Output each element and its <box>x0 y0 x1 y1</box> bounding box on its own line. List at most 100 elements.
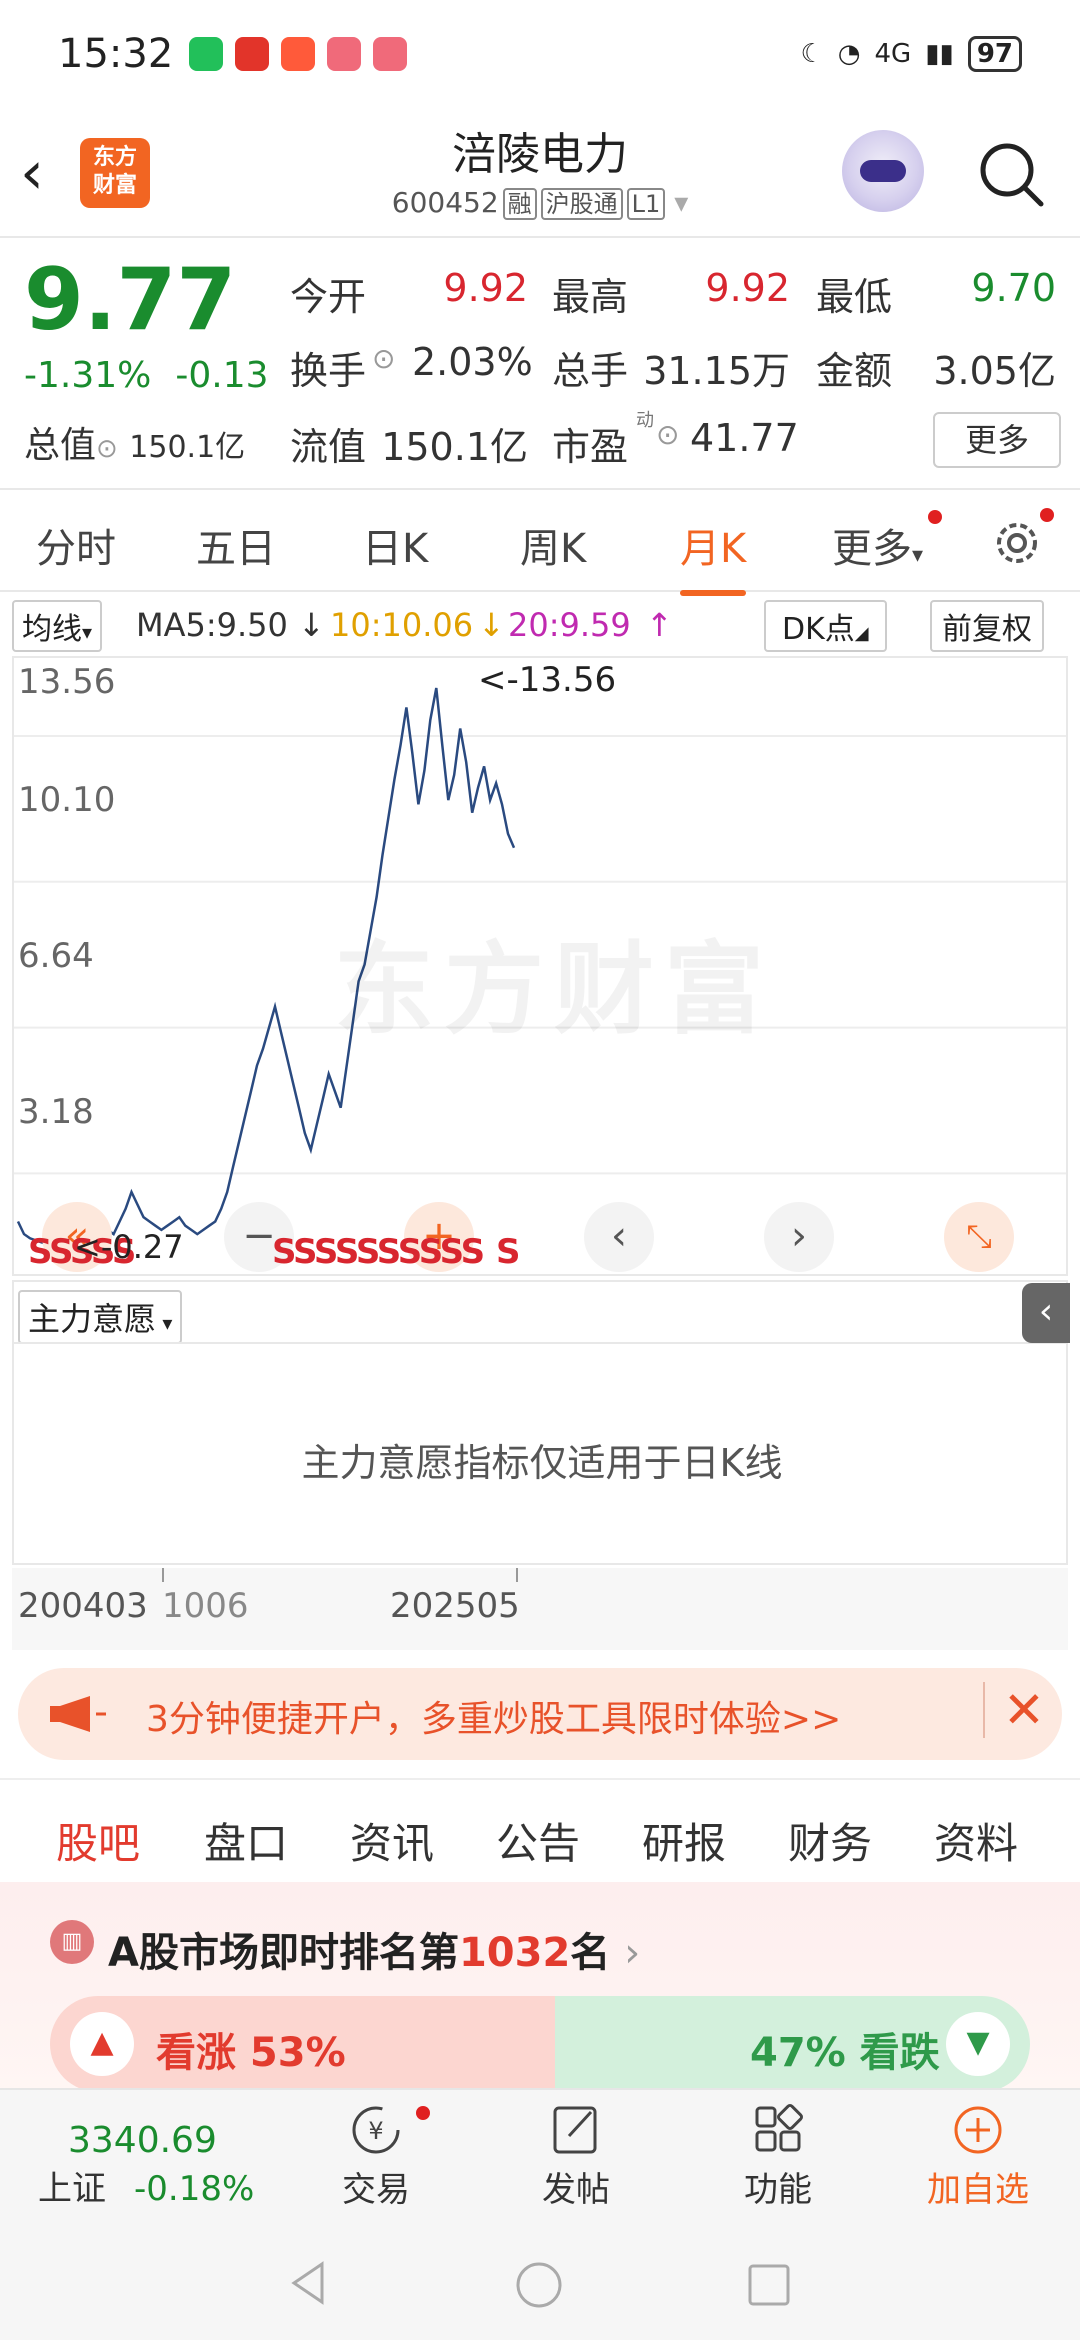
rank-suffix: 名 <box>570 1930 611 1976</box>
kline-chart[interactable]: 东方财富 13.56 10.10 6.64 3.18 <-13.56 « − +… <box>12 656 1068 1276</box>
down-arrow-icon: ↓ <box>298 606 325 644</box>
caret-down-icon[interactable]: ▼ <box>946 2012 1010 2076</box>
connect-tag: 沪股通 <box>540 188 623 220</box>
open-value: 9.92 <box>443 266 528 310</box>
total-cap: 总值⊙ 150.1亿 <box>24 416 245 468</box>
y-tick-label: 13.56 <box>18 662 116 702</box>
rank-number: 1032 <box>458 1930 571 1976</box>
pe-dynamic-sup: 动 <box>636 410 654 431</box>
dk-point-button[interactable]: DK点◢ <box>764 600 887 652</box>
up-arrow-icon: ↑ <box>646 606 673 644</box>
info-icon[interactable]: ⊙ <box>372 342 395 375</box>
settings-gear-icon[interactable] <box>990 516 1044 570</box>
system-nav-bar <box>0 2224 1080 2340</box>
tab-five-day[interactable]: 五日 <box>196 516 276 574</box>
low-label: 最低 <box>816 275 893 319</box>
status-right: ☾ ◔ 4G ▮▮ 97 <box>800 36 1022 72</box>
dropdown-icon: ▾ <box>674 186 689 219</box>
down-arrow-icon: ↓ <box>478 606 505 644</box>
ma10-value: 10:10.06 <box>330 606 474 644</box>
close-icon[interactable]: ✕ <box>983 1682 1045 1738</box>
open-label: 今开 <box>290 275 367 319</box>
notification-dot <box>928 510 942 524</box>
max-price-marker: <-13.56 <box>478 660 617 700</box>
nav-home-icon[interactable] <box>514 2260 564 2310</box>
indicator-label: 主力意愿 <box>28 1300 157 1338</box>
post-button[interactable]: 发帖 <box>506 2102 646 2211</box>
current-price: 9.77 <box>24 250 237 350</box>
market-rank-link[interactable]: A股市场即时排名第1032名 › <box>108 1920 640 1978</box>
x-label-end: 202505 <box>390 1586 520 1626</box>
divider <box>14 1342 1066 1344</box>
rank-chart-icon: ▥ <box>50 1920 94 1964</box>
grid-icon <box>755 2104 803 2152</box>
y-tick-label: 6.64 <box>18 936 94 976</box>
rank-prefix: A股市场即时排名第 <box>108 1930 459 1976</box>
index-quote[interactable]: 3340.69 上证 -0.18% <box>38 2120 254 2210</box>
date-axis: 200403 1006 202505 <box>12 1568 1068 1650</box>
tab-news[interactable]: 资讯 <box>350 1810 434 1871</box>
watermark: 东方财富 <box>334 931 774 1048</box>
megaphone-icon <box>50 1696 106 1732</box>
moon-icon: ☾ <box>800 39 824 69</box>
info-icon[interactable]: ⊙ <box>656 418 679 451</box>
pe-value: 41.77 <box>690 416 799 460</box>
indicator-selector[interactable]: 主力意愿 ▾ <box>18 1290 183 1344</box>
collapse-panel-icon[interactable]: ‹ <box>1022 1283 1070 1343</box>
ma-selector[interactable]: 均线▾ <box>12 600 103 652</box>
nav-back-icon[interactable] <box>286 2260 332 2306</box>
low-value: 9.70 <box>971 266 1056 310</box>
axis-tick <box>162 1568 164 1582</box>
tab-announcements[interactable]: 公告 <box>496 1810 580 1871</box>
tab-monthly-k[interactable]: 月K <box>680 516 747 596</box>
amount-label: 金额 <box>816 349 893 393</box>
dropdown-icon: ▾ <box>156 1311 173 1335</box>
assistant-robot-icon[interactable] <box>842 130 924 212</box>
x-label-mid: 1006 <box>162 1586 249 1626</box>
adjust-button[interactable]: 前复权 <box>930 600 1044 652</box>
add-watchlist-button[interactable]: 加自选 <box>908 2102 1048 2211</box>
turnover-value: 2.03% <box>412 340 533 384</box>
index-change: -0.18% <box>134 2169 255 2209</box>
chevron-right-icon: › <box>624 1930 641 1976</box>
tab-profile[interactable]: 资料 <box>934 1810 1018 1871</box>
tab-orderbook[interactable]: 盘口 <box>204 1810 288 1871</box>
caret-up-icon[interactable]: ▲ <box>70 2012 134 2076</box>
period-tabs: 分时 五日 日K 周K 月K 更多▾ <box>0 492 1080 596</box>
x-label-start: 200403 <box>18 1586 148 1626</box>
y-tick-label: 3.18 <box>18 1092 94 1132</box>
index-value: 3340.69 <box>68 2120 217 2161</box>
tab-research[interactable]: 研报 <box>642 1810 726 1871</box>
tab-more[interactable]: 更多▾ <box>832 516 923 574</box>
add-watchlist-label: 加自选 <box>927 2170 1029 2210</box>
dk-label: DK点 <box>782 612 855 647</box>
tab-forum[interactable]: 股吧 <box>56 1810 141 1897</box>
total-cap-value: 150.1亿 <box>129 430 246 465</box>
chevron-left-icon[interactable]: ‹ <box>584 1202 654 1272</box>
tab-daily-k[interactable]: 日K <box>362 516 428 574</box>
signal-icon: ▮▮ <box>925 39 954 69</box>
chevron-right-icon[interactable]: › <box>764 1202 834 1272</box>
tab-intraday[interactable]: 分时 <box>36 516 116 574</box>
bullish-label: 看涨 53% <box>156 2030 346 2076</box>
ma-row: 均线▾ MA5:9.50 ↓ 10:10.06 ↓ 20:9.59 ↑ DK点◢… <box>12 598 1072 652</box>
video-app-icon <box>235 37 270 71</box>
info-icon[interactable]: ⊙ <box>96 434 118 464</box>
tab-finance[interactable]: 财务 <box>788 1810 872 1871</box>
more-quote-button[interactable]: 更多 <box>933 412 1061 468</box>
nav-recents-icon[interactable] <box>746 2262 792 2308</box>
change-percent: -1.31% <box>24 355 152 396</box>
functions-button[interactable]: 功能 <box>708 2102 848 2211</box>
tab-weekly-k[interactable]: 周K <box>520 516 586 574</box>
pe-label: 市盈 <box>552 425 629 469</box>
sell-signals: SSSSSSSSSS <box>272 1232 485 1272</box>
notification-dot <box>1040 508 1054 522</box>
account-promo-banner[interactable]: 3分钟便捷开户，多重炒股工具限时体验>> ✕ <box>18 1668 1062 1760</box>
y-tick-label: 10.10 <box>18 780 116 820</box>
total-cap-label: 总值 <box>24 425 97 466</box>
notification-icons <box>189 37 408 71</box>
indicator-message: 主力意愿指标仅适用于日K线 <box>301 1441 783 1485</box>
search-icon[interactable] <box>975 138 1047 210</box>
tab-more-label: 更多 <box>832 526 912 572</box>
fullscreen-icon[interactable]: ⤡ <box>944 1202 1014 1272</box>
